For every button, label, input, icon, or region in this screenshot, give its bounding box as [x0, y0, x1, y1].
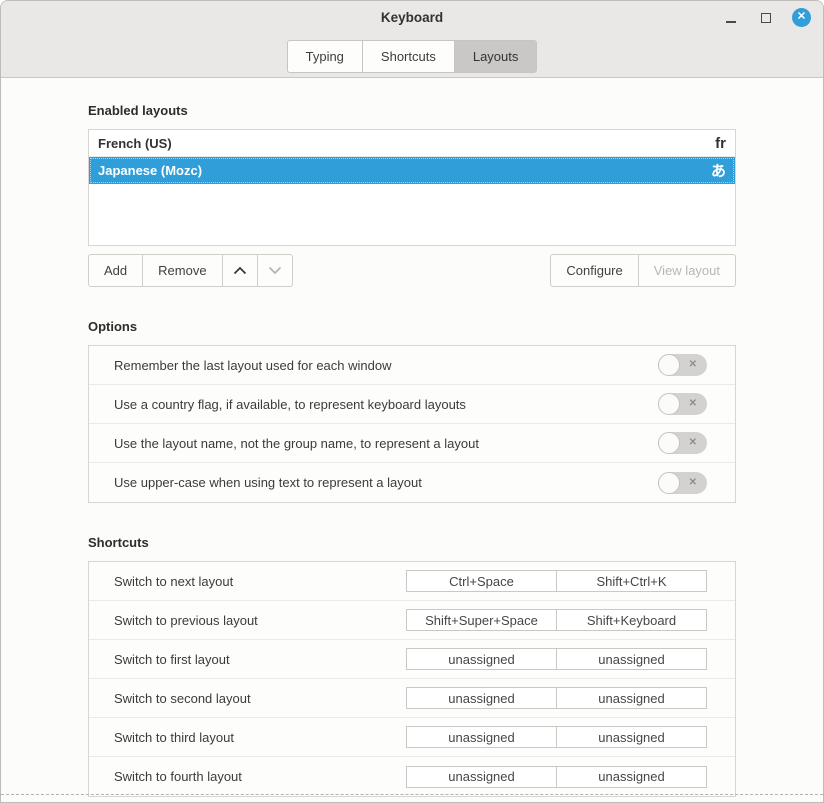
layout-badge-ja: あ [711, 160, 726, 181]
enabled-layouts-list: French (US) fr Japanese (Mozc) あ [88, 129, 736, 246]
tab-bar: Typing Shortcuts Layouts [1, 34, 823, 78]
layouts-page: Enabled layouts French (US) fr Japanese … [1, 78, 823, 797]
window-controls: ✕ [722, 1, 811, 34]
shortcut-row-next-layout: Switch to next layout Ctrl+Space Shift+C… [89, 562, 735, 601]
toggle-country-flag[interactable]: ✕ [658, 393, 707, 415]
keybinding-button-1[interactable]: unassigned [406, 766, 557, 788]
options-heading: Options [88, 319, 736, 334]
layout-row-french[interactable]: French (US) fr [89, 130, 735, 157]
keybinding-button-1[interactable]: unassigned [406, 687, 557, 709]
toggle-knob [658, 393, 680, 415]
options-box: Remember the last layout used for each w… [88, 345, 736, 503]
shortcut-label: Switch to second layout [114, 691, 251, 706]
toggle-off-icon: ✕ [689, 399, 697, 409]
toggle-layout-name[interactable]: ✕ [658, 432, 707, 454]
layout-name: Japanese (Mozc) [98, 163, 202, 178]
overscroll-dashed-indicator [1, 794, 823, 795]
keybinding-button-2[interactable]: unassigned [556, 687, 707, 709]
layout-name: French (US) [98, 136, 172, 151]
option-row-layout-name: Use the layout name, not the group name,… [89, 424, 735, 463]
keybinding-group: unassigned unassigned [406, 648, 707, 670]
option-label: Use the layout name, not the group name,… [114, 436, 479, 451]
toggle-off-icon: ✕ [689, 478, 697, 488]
titlebar: Keyboard ✕ [1, 1, 823, 34]
shortcut-label: Switch to previous layout [114, 613, 258, 628]
add-layout-button[interactable]: Add [88, 254, 143, 287]
keybinding-button-2[interactable]: unassigned [556, 766, 707, 788]
tab-shortcuts[interactable]: Shortcuts [362, 40, 455, 73]
shortcut-row-fourth-layout: Switch to fourth layout unassigned unass… [89, 757, 735, 796]
option-label: Use a country flag, if available, to rep… [114, 397, 466, 412]
shortcut-row-third-layout: Switch to third layout unassigned unassi… [89, 718, 735, 757]
toggle-knob [658, 354, 680, 376]
layout-edit-group: Add Remove [88, 254, 293, 287]
keybinding-button-1[interactable]: Ctrl+Space [406, 570, 557, 592]
toggle-off-icon: ✕ [689, 438, 697, 448]
option-row-upper-case: Use upper-case when using text to repres… [89, 463, 735, 502]
tab-typing[interactable]: Typing [287, 40, 363, 73]
shortcut-label: Switch to next layout [114, 574, 233, 589]
maximize-icon [761, 13, 771, 23]
keybinding-button-2[interactable]: Shift+Keyboard [556, 609, 707, 631]
shortcuts-heading: Shortcuts [88, 535, 736, 550]
keybinding-button-1[interactable]: Shift+Super+Space [406, 609, 557, 631]
close-icon: ✕ [797, 12, 806, 23]
shortcuts-box: Switch to next layout Ctrl+Space Shift+C… [88, 561, 736, 797]
maximize-button[interactable] [757, 9, 775, 27]
window-title: Keyboard [1, 1, 823, 34]
shortcut-label: Switch to third layout [114, 730, 234, 745]
move-down-button[interactable] [257, 254, 293, 287]
enabled-layouts-heading: Enabled layouts [88, 103, 736, 118]
view-layout-button[interactable]: View layout [638, 254, 736, 287]
move-up-button[interactable] [222, 254, 258, 287]
shortcuts-section: Shortcuts Switch to next layout Ctrl+Spa… [88, 535, 736, 797]
layout-row-japanese[interactable]: Japanese (Mozc) あ [89, 157, 735, 184]
option-label: Remember the last layout used for each w… [114, 358, 391, 373]
toggle-upper-case[interactable]: ✕ [658, 472, 707, 494]
configure-button[interactable]: Configure [550, 254, 638, 287]
keybinding-group: unassigned unassigned [406, 766, 707, 788]
layout-badge-fr: fr [715, 135, 726, 152]
toggle-knob [658, 472, 680, 494]
options-section: Options Remember the last layout used fo… [88, 319, 736, 503]
keybinding-button-2[interactable]: unassigned [556, 648, 707, 670]
layout-config-group: Configure View layout [550, 254, 736, 287]
minimize-icon [726, 21, 736, 23]
toggle-knob [658, 432, 680, 454]
keybinding-group: unassigned unassigned [406, 687, 707, 709]
shortcut-row-second-layout: Switch to second layout unassigned unass… [89, 679, 735, 718]
toggle-remember-layout[interactable]: ✕ [658, 354, 707, 376]
window-header: Keyboard ✕ Typing Shortcuts Layouts [1, 1, 823, 78]
shortcut-row-previous-layout: Switch to previous layout Shift+Super+Sp… [89, 601, 735, 640]
keybinding-group: Ctrl+Space Shift+Ctrl+K [406, 570, 707, 592]
keybinding-button-2[interactable]: Shift+Ctrl+K [556, 570, 707, 592]
close-button[interactable]: ✕ [792, 8, 811, 27]
option-row-country-flag: Use a country flag, if available, to rep… [89, 385, 735, 424]
chevron-down-icon [268, 266, 282, 275]
layout-list-actions: Add Remove Configure View layout [88, 254, 736, 287]
shortcut-row-first-layout: Switch to first layout unassigned unassi… [89, 640, 735, 679]
toggle-off-icon: ✕ [689, 360, 697, 370]
keyboard-settings-window: Keyboard ✕ Typing Shortcuts Layouts [0, 0, 824, 803]
chevron-up-icon [233, 266, 247, 275]
keybinding-button-1[interactable]: unassigned [406, 648, 557, 670]
keybinding-button-2[interactable]: unassigned [556, 726, 707, 748]
keybinding-group: Shift+Super+Space Shift+Keyboard [406, 609, 707, 631]
option-label: Use upper-case when using text to repres… [114, 475, 422, 490]
remove-layout-button[interactable]: Remove [142, 254, 222, 287]
keybinding-button-1[interactable]: unassigned [406, 726, 557, 748]
tab-layouts[interactable]: Layouts [454, 40, 538, 73]
shortcut-label: Switch to first layout [114, 652, 230, 667]
keybinding-group: unassigned unassigned [406, 726, 707, 748]
option-row-remember-layout: Remember the last layout used for each w… [89, 346, 735, 385]
shortcut-label: Switch to fourth layout [114, 769, 242, 784]
minimize-button[interactable] [722, 9, 740, 27]
